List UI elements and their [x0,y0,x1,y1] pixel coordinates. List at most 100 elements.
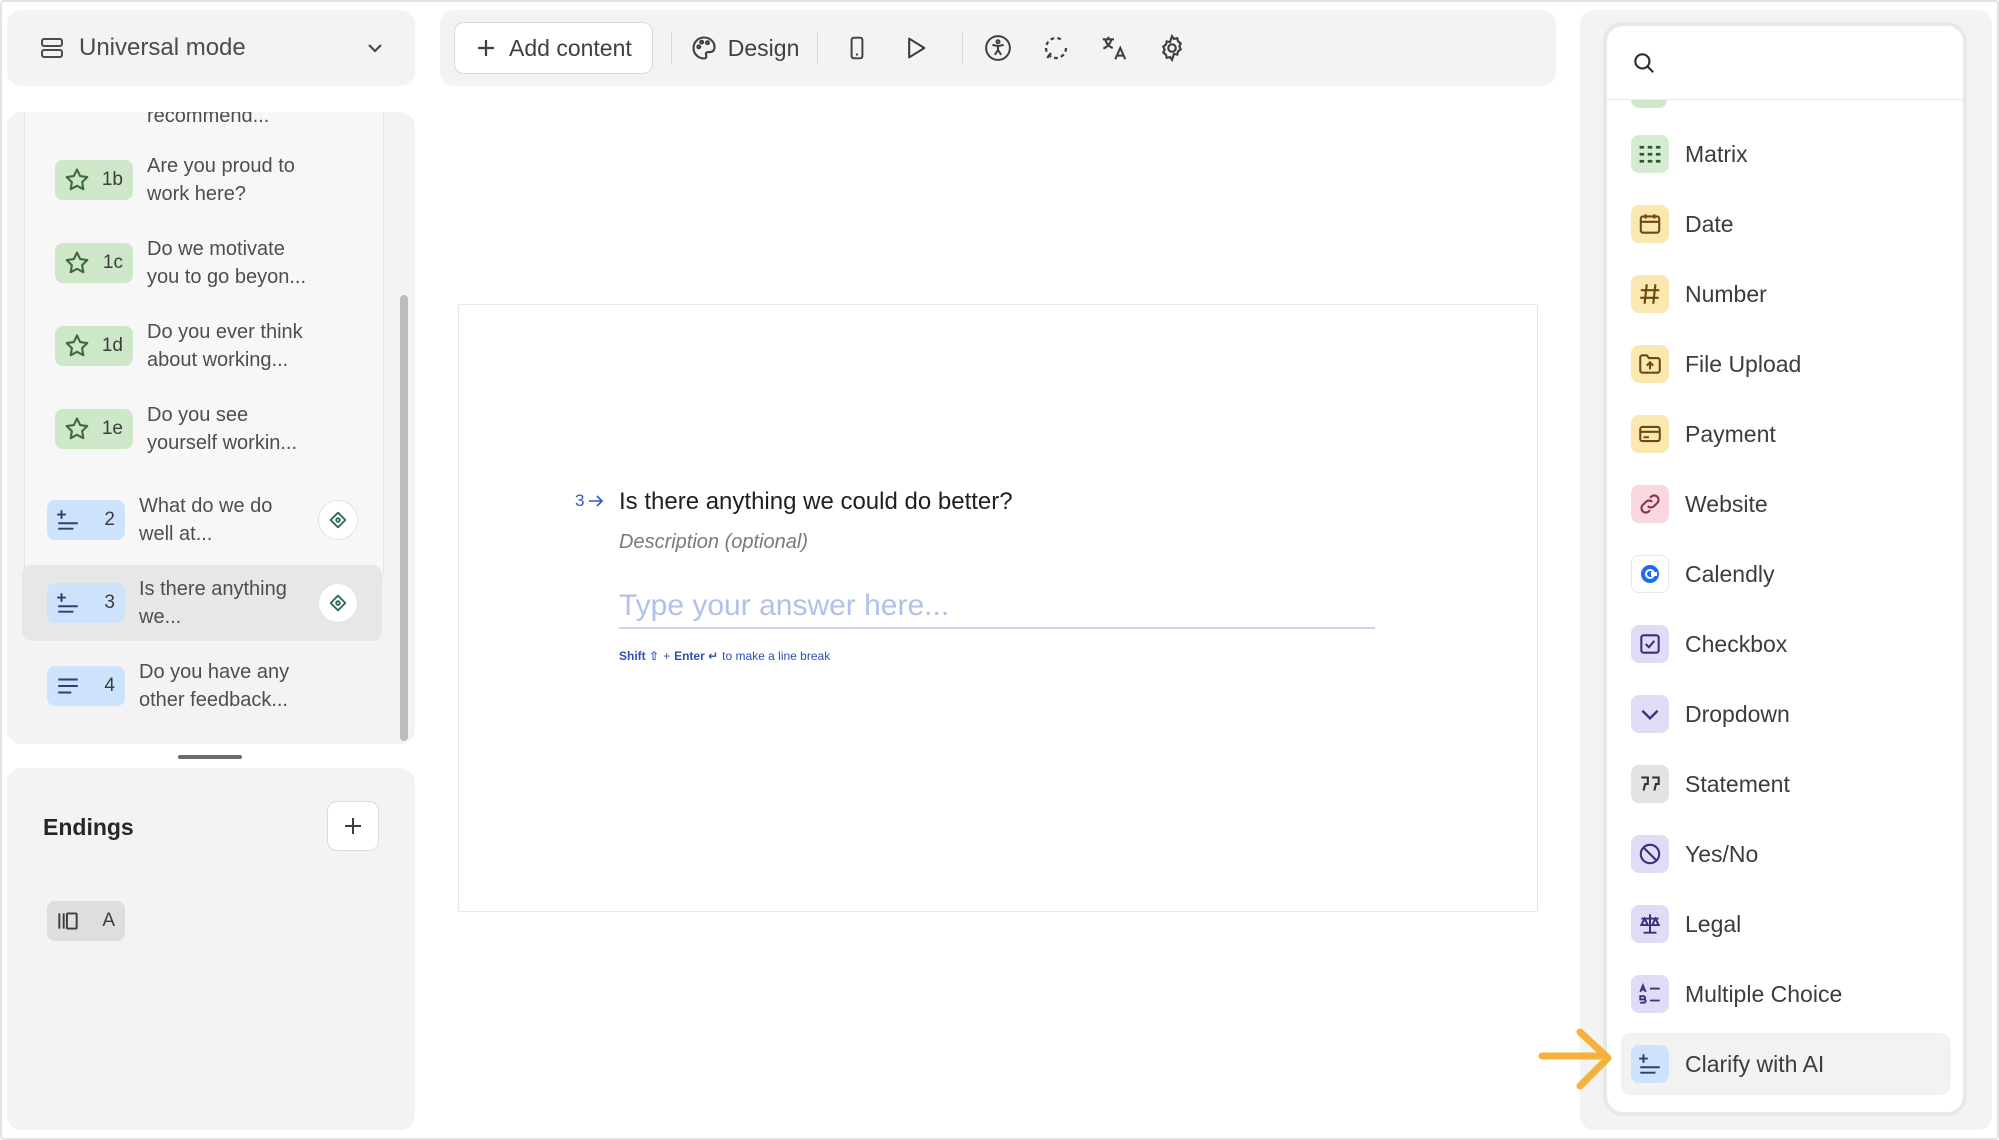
type-label: Calendly [1685,560,1775,587]
question-item-1e[interactable]: 1e Do you see yourself workin... [55,401,319,457]
opinion-scale-badge: 1e [55,409,133,449]
star-icon [63,332,91,360]
question-item-2[interactable]: 2 What do we do well at... [22,482,382,558]
question-text: Do you have any other feedback... [139,661,290,711]
calendar-icon [1631,205,1669,243]
star-icon [63,166,91,194]
question-item-1c[interactable]: 1c Do we motivate you to go beyon... [55,235,319,291]
question-text: Do we motivate you to go beyon... [147,238,307,288]
ending-label: A [102,910,115,931]
type-website[interactable]: Website [1621,473,1951,535]
hint-enter: Enter ↵ [674,649,719,663]
question-description[interactable]: Description (optional) [619,531,808,554]
ending-icon [55,908,81,934]
question-text: What do we do well at... [139,495,273,545]
mode-icon [39,35,65,61]
type-label: Date [1685,210,1734,237]
question-number-indicator: 3 [575,491,604,511]
type-label: Clarify with AI [1685,1050,1825,1077]
question-item-4[interactable]: 4 Do you have any other feedback... [22,648,382,724]
mode-label: Universal mode [79,34,246,61]
star-icon [63,415,91,443]
clarify-ai-icon [55,507,81,533]
question-item-1a[interactable]: recommend... [55,112,355,130]
mode-selector[interactable]: Universal mode [7,10,415,86]
toolbar-divider [670,32,672,64]
cut-off-tile [1631,100,1667,108]
plus-icon [478,40,494,56]
hint-plus: + [663,649,671,663]
type-dropdown[interactable]: Dropdown [1621,683,1951,745]
answer-input[interactable] [619,585,1375,629]
type-label: Dropdown [1685,700,1790,727]
opinion-scale-badge: 1b [55,160,133,200]
type-label: Multiple Choice [1685,980,1843,1007]
endings-panel: Endings A [7,768,415,1130]
question-canvas: 3 Is there anything we could do better? … [458,304,1538,912]
question-number: 1b [101,169,123,190]
hint-text: to make a line break [722,649,831,663]
credit-card-icon [1631,415,1669,453]
type-legal[interactable]: Legal [1621,893,1951,955]
panel-resize-handle[interactable] [178,755,242,759]
type-label: Checkbox [1685,630,1788,657]
mobile-preview-icon[interactable] [840,31,874,65]
clarify-ai-icon [55,590,81,616]
type-label: Legal [1685,910,1742,937]
type-label: Yes/No [1685,840,1759,867]
clarify-badge: 2 [47,500,125,540]
translate-icon[interactable] [1097,31,1131,65]
design-button[interactable]: Design [690,34,800,62]
accessibility-icon[interactable] [981,31,1015,65]
add-ending-button[interactable] [327,801,379,851]
gear-icon[interactable] [1155,31,1189,65]
ai-diamond-icon[interactable] [318,500,358,540]
type-number[interactable]: Number [1621,263,1951,325]
ending-item-a[interactable]: A [47,901,125,941]
question-number: 1d [101,335,123,356]
clarify-badge: 3 [47,583,125,623]
question-title[interactable]: Is there anything we could do better? [619,488,1013,516]
type-matrix[interactable]: Matrix [1621,123,1951,185]
add-content-label: Add content [509,34,632,61]
chevron-down-icon [365,38,385,58]
question-number: 2 [104,509,115,530]
type-clarify-with-ai[interactable]: Clarify with AI [1621,1033,1951,1095]
question-item-1d[interactable]: 1d Do you ever think about working... [55,318,319,374]
type-label: Number [1685,280,1767,307]
calendly-icon [1631,555,1669,593]
type-statement[interactable]: Statement [1621,753,1951,815]
question-text: Is there anything we... [139,578,287,628]
type-calendly[interactable]: Calendly [1621,543,1951,605]
type-file-upload[interactable]: File Upload [1621,333,1951,395]
type-checkbox[interactable]: Checkbox [1621,613,1951,675]
picker-search [1607,26,1963,100]
picker-search-input[interactable] [1669,49,1939,76]
question-number: 1c [102,252,123,273]
question-text: Are you proud to work here? [147,155,295,205]
type-date[interactable]: Date [1621,193,1951,255]
play-preview-icon[interactable] [898,31,932,65]
toolbar-divider [817,32,819,64]
chevron-down-icon [1631,695,1669,733]
toolbar: Add content Design [440,10,1556,86]
sidebar-scrollbar[interactable] [400,295,408,741]
line-break-hint: Shift ⇧ + Enter ↵ to make a line break [619,649,830,663]
long-text-icon [55,673,81,699]
pointer-arrow-icon [1538,1024,1616,1096]
ai-diamond-icon[interactable] [318,583,358,623]
question-number: 1e [101,418,123,439]
opinion-scale-badge: 1c [55,243,133,283]
question-item-1b[interactable]: 1b Are you proud to work here? [55,152,319,208]
question-text: recommend... [147,112,270,127]
logic-icon[interactable] [1039,31,1073,65]
toolbar-divider [962,32,964,64]
file-upload-icon [1631,345,1669,383]
checkbox-icon [1631,625,1669,663]
type-yes-no[interactable]: Yes/No [1621,823,1951,885]
question-item-3[interactable]: 3 Is there anything we... [22,565,382,641]
add-content-button[interactable]: Add content [454,22,653,74]
type-payment[interactable]: Payment [1621,403,1951,465]
design-label: Design [727,34,800,61]
type-multiple-choice[interactable]: Multiple Choice [1621,963,1951,1025]
